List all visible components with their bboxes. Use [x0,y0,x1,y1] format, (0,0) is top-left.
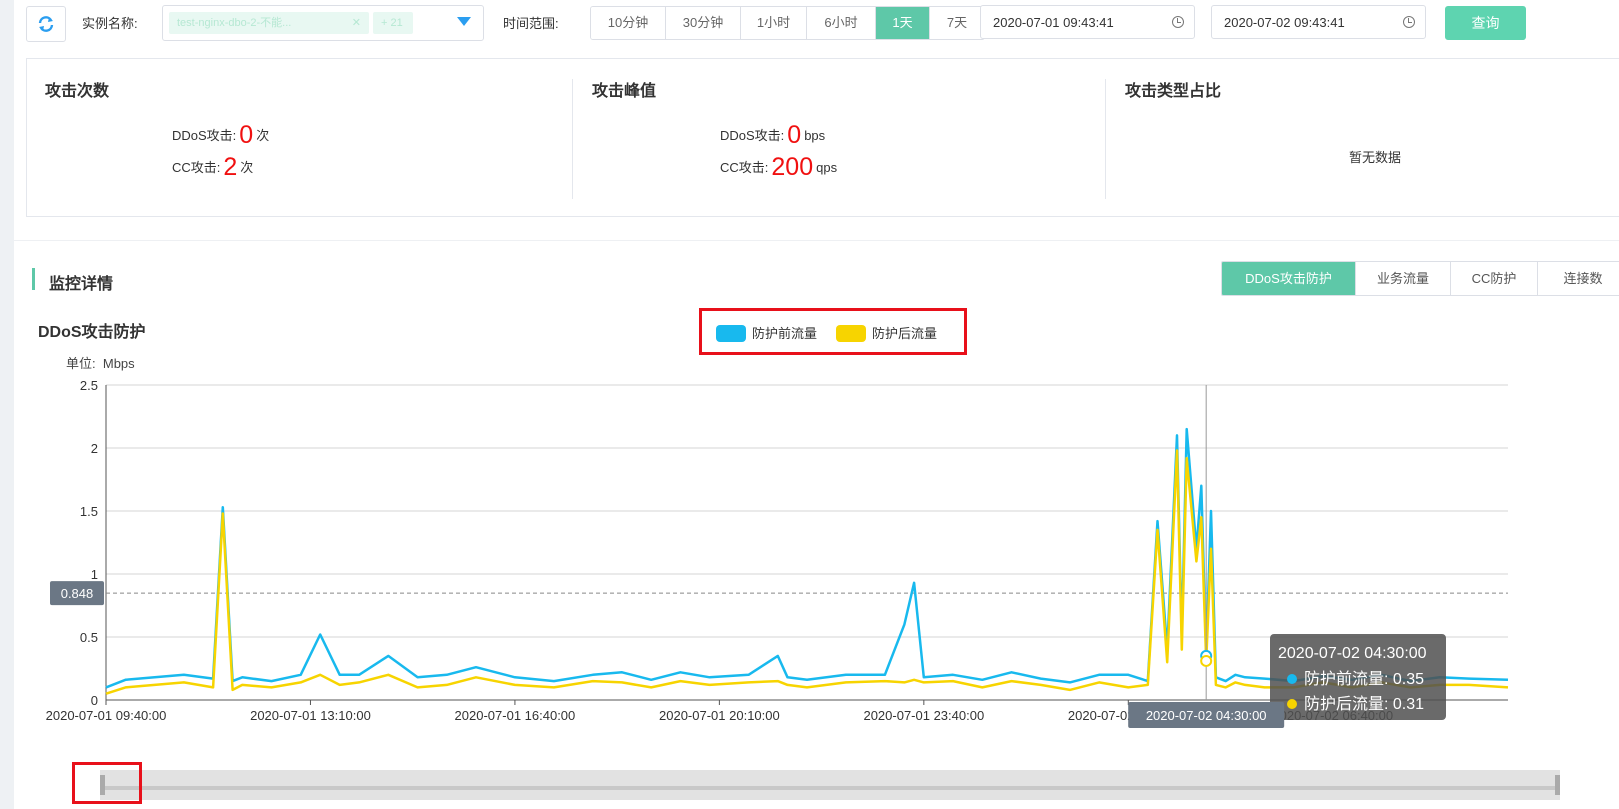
range-6hour-button[interactable]: 6小时 [807,7,876,39]
ddos-label: DDoS攻击: [172,128,237,143]
legend-swatch-before [716,325,746,342]
start-time-input[interactable]: 2020-07-01 09:43:41 [980,5,1195,39]
x-tick-label: 2020-07-01 13:10:00 [250,708,371,723]
attack-count-ddos: DDoS攻击: 0 次 [172,121,269,150]
ddos-peak-unit: bps [804,128,826,143]
x-tick-label: 2020-07-01 16:40:00 [455,708,576,723]
tab-connections[interactable]: 连接数 [1538,262,1619,295]
legend-item-after[interactable]: 防护后流量 [836,323,937,342]
y-tick-label: 0.5 [80,630,98,645]
zoom-handle-highlight-box [72,762,142,804]
attack-peak-cc: CC攻击: 200 qps [720,153,837,182]
range-1hour-button[interactable]: 1小时 [741,7,807,39]
legend-swatch-after [836,325,866,342]
filter-toolbar: 实例名称: test-nginx-dbo-2-不能... ✕ + 21 时间范围… [14,0,1619,44]
range-10min-button[interactable]: 10分钟 [591,7,666,39]
chart-title: DDoS攻击防护 [38,324,146,341]
start-time-value: 2020-07-01 09:43:41 [993,15,1114,30]
datazoom-slider[interactable] [100,770,1560,800]
attack-count-cc: CC攻击: 2 次 [172,153,253,182]
attack-peak-title: 攻击峰值 [592,83,657,100]
end-time-value: 2020-07-02 09:43:41 [1224,15,1345,30]
axis-pointer-label: 2020-07-02 04:30:00 [1146,708,1267,723]
tooltip-dot [1287,699,1297,709]
instance-tag-text: test-nginx-dbo-2-不能... [177,17,292,29]
unit-value: Mbps [102,356,135,371]
y-tick-label: 2 [91,441,98,456]
clock-icon [1403,16,1415,28]
tooltip-row: 防护前流量: 0.35 [1304,670,1424,688]
refresh-icon [38,16,54,32]
y-tick-label: 0 [91,693,98,708]
markline-label: 0.848 [61,586,94,601]
ddos-label: DDoS攻击: [720,128,785,143]
ddos-count-unit: 次 [256,128,270,143]
main-content: 实例名称: test-nginx-dbo-2-不能... ✕ + 21 时间范围… [14,0,1619,809]
chevron-down-icon[interactable] [457,17,471,26]
range-30min-button[interactable]: 30分钟 [666,7,741,39]
y-tick-label: 2.5 [80,378,98,393]
unit-label-text: 单位: [66,356,96,371]
instance-tag[interactable]: test-nginx-dbo-2-不能... ✕ [169,12,369,34]
cc-peak-unit: qps [816,160,838,175]
tag-close-icon[interactable]: ✕ [352,12,361,34]
y-tick-label: 1 [91,567,98,582]
section-divider [14,240,1619,241]
legend-label-before: 防护前流量 [752,326,818,341]
tab-ddos-protection[interactable]: DDoS攻击防护 [1222,262,1356,295]
section-accent-bar [32,268,35,290]
tooltip-dot [1287,674,1297,684]
legend-item-before[interactable]: 防护前流量 [716,323,817,342]
query-button[interactable]: 查询 [1445,6,1526,40]
tooltip-row: 防护后流量: 0.31 [1304,695,1424,713]
range-label: 时间范围: [503,16,559,31]
cc-label: CC攻击: [172,160,221,175]
tab-cc-protection[interactable]: CC防护 [1451,262,1538,295]
instance-select[interactable]: test-nginx-dbo-2-不能... ✕ + 21 [162,5,484,41]
monitor-title: 监控详情 [49,276,114,293]
range-7day-button[interactable]: 7天 [930,7,984,39]
cc-count-value: 2 [223,153,238,181]
instance-more-tag: + 21 [373,12,413,34]
monitor-tabs: DDoS攻击防护 业务流量 CC防护 连接数 [1221,261,1619,296]
legend-highlight-box: 防护前流量 防护后流量 [699,308,967,355]
x-tick-label: 2020-07-01 23:40:00 [863,708,984,723]
ddos-count-value: 0 [239,121,254,149]
refresh-button[interactable] [26,6,66,42]
legend-label-after: 防护后流量 [872,326,938,341]
cc-peak-value: 200 [771,153,814,181]
attack-type-title: 攻击类型占比 [1125,83,1222,100]
attack-peak-ddos: DDoS攻击: 0 bps [720,121,825,150]
y-tick-label: 1.5 [80,504,98,519]
traffic-line-chart[interactable]: 0 0.5 1 1.5 2 2.5 2020-07-01 09:40:00 2020-07-0… [14,370,1619,760]
range-button-group: 10分钟 30分钟 1小时 6小时 1天 7天 [590,6,985,40]
panel-divider [1105,79,1106,199]
ddos-peak-value: 0 [787,121,802,149]
attack-type-empty: 暂无数据 [1349,150,1402,165]
cc-count-unit: 次 [240,160,254,175]
x-tick-label: 2020-07-01 20:10:00 [659,708,780,723]
tooltip-time: 2020-07-02 04:30:00 [1278,645,1427,662]
end-time-input[interactable]: 2020-07-02 09:43:41 [1211,5,1426,39]
range-1day-button[interactable]: 1天 [876,7,930,39]
attack-summary-panel: 攻击次数 DDoS攻击: 0 次 CC攻击: 2 次 攻击峰值 DDoS攻击: 0 bps … [26,58,1619,217]
clock-icon [1172,16,1184,28]
left-gutter [0,0,14,809]
panel-divider [572,79,573,199]
tooltip-point [1200,654,1213,667]
tab-business-traffic[interactable]: 业务流量 [1356,262,1451,295]
attack-count-title: 攻击次数 [45,83,110,100]
x-tick-label: 2020-07-01 09:40:00 [46,708,167,723]
instance-label: 实例名称: [82,16,138,31]
datazoom-track-line [100,786,1560,790]
cc-label: CC攻击: [720,160,769,175]
datazoom-right-handle[interactable] [1555,775,1560,795]
